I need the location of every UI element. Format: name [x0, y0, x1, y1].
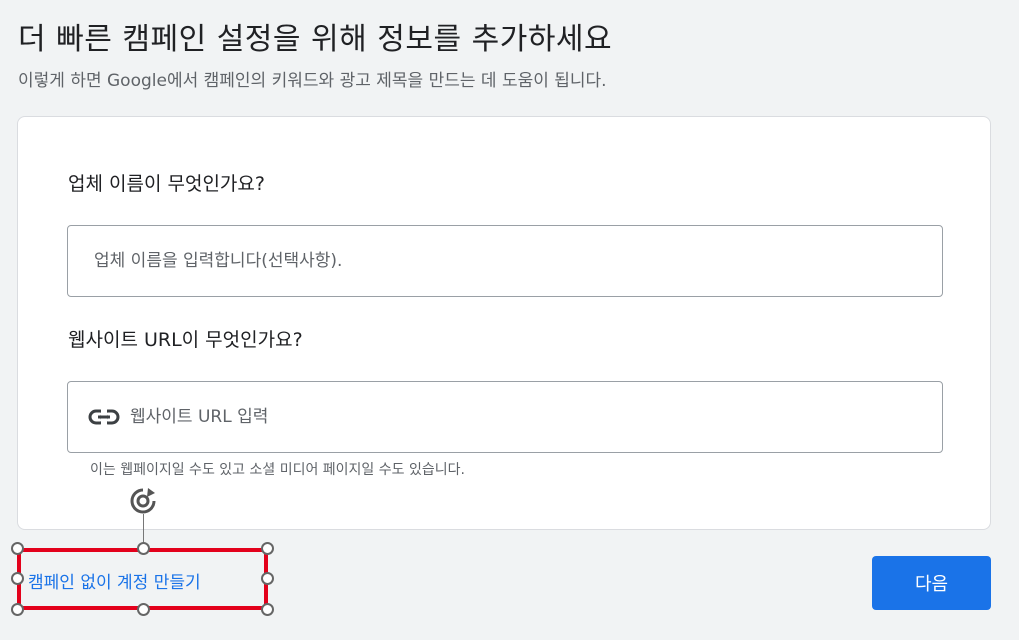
resize-handle-bottom-center[interactable] [137, 603, 150, 616]
business-name-field[interactable] [67, 225, 943, 297]
resize-handle-top-right[interactable] [261, 542, 274, 555]
resize-handle-bottom-left[interactable] [11, 603, 24, 616]
resize-handle-top-left[interactable] [11, 542, 24, 555]
resize-handle-middle-left[interactable] [11, 572, 24, 585]
page-subtitle: 이렇게 하면 Google에서 캠페인의 키워드와 광고 제목을 만드는 데 도… [18, 71, 607, 91]
website-url-hint: 이는 웹페이지일 수도 있고 소셜 미디어 페이지일 수도 있습니다. [90, 462, 465, 478]
campaign-setup-page: 더 빠른 캠페인 설정을 위해 정보를 추가하세요 이렇게 하면 Google에… [0, 0, 1019, 640]
resize-handle-middle-right[interactable] [261, 572, 274, 585]
website-url-input[interactable] [130, 382, 942, 452]
resize-handle-bottom-right[interactable] [261, 603, 274, 616]
page-title: 더 빠른 캠페인 설정을 위해 정보를 추가하세요 [18, 22, 613, 57]
rotate-icon[interactable] [128, 486, 158, 516]
resize-handle-top-center[interactable] [137, 542, 150, 555]
info-form-card: 업체 이름이 무엇인가요? 웹사이트 URL이 무엇인가요? 이는 웹페이지일 … [17, 116, 991, 530]
link-icon [88, 407, 122, 427]
business-name-input[interactable] [68, 226, 942, 296]
create-account-without-campaign-link[interactable]: 캠페인 없이 계정 만들기 [28, 568, 201, 593]
website-url-field[interactable] [67, 381, 943, 453]
next-button[interactable]: 다음 [872, 556, 991, 610]
business-name-question: 업체 이름이 무엇인가요? [68, 173, 265, 195]
website-url-question: 웹사이트 URL이 무엇인가요? [68, 329, 303, 351]
